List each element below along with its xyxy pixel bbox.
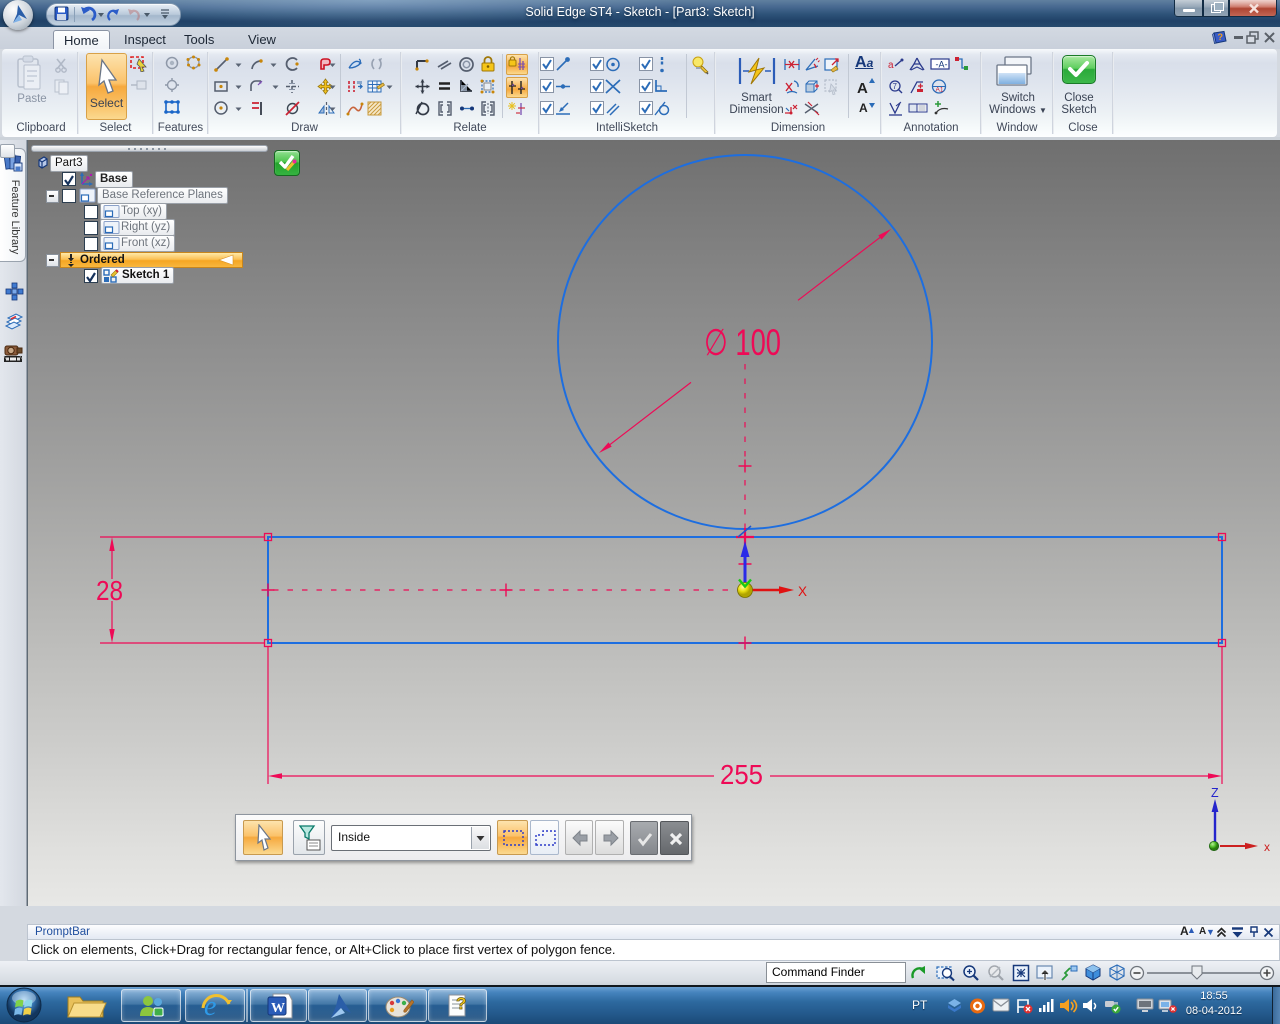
svg-text:W: W	[271, 1001, 285, 1016]
svg-text:a: a	[888, 60, 894, 71]
svg-text:∅ 100: ∅ 100	[704, 322, 781, 363]
svg-text:28: 28	[96, 575, 123, 606]
svg-text:A1: A1	[936, 87, 944, 94]
svg-text:?: ?	[456, 994, 466, 1013]
svg-text:Z: Z	[1211, 786, 1219, 800]
svg-text:X: X	[798, 584, 807, 599]
svg-text:-A-: -A-	[936, 60, 948, 70]
svg-text:x: x	[1264, 840, 1270, 854]
svg-text:255: 255	[720, 759, 763, 790]
svg-text:7: 7	[893, 82, 898, 91]
svg-text:?: ?	[1218, 32, 1224, 42]
